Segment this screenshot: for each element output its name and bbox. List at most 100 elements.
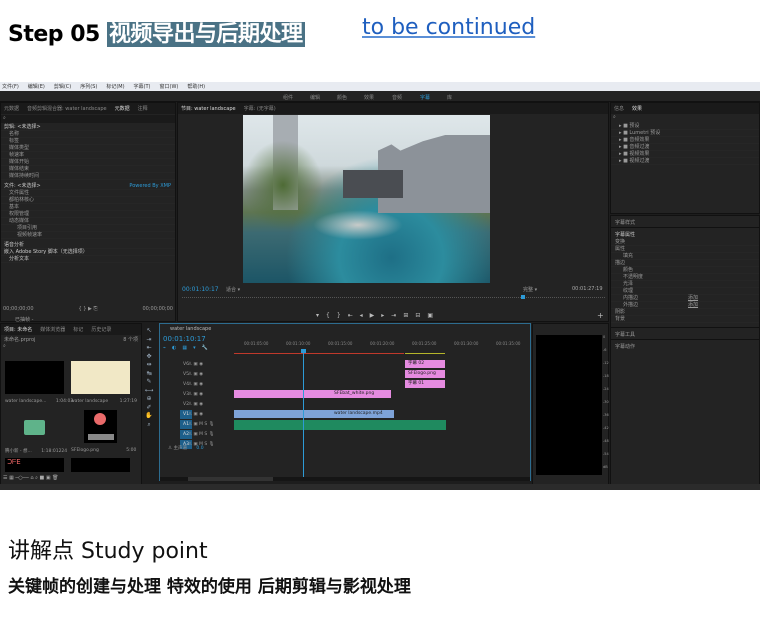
- menu-clip[interactable]: 剪辑(C): [54, 83, 71, 90]
- quality-dropdown[interactable]: 完整 ▾: [523, 286, 537, 293]
- program-transport-controls[interactable]: ▾{}⇤◂▶▸⇥⊞⊟▣: [316, 312, 440, 319]
- caption-tools-header[interactable]: 字幕工具: [611, 327, 759, 339]
- file-section[interactable]: 文件: <未选择> Powered By XMP: [1, 183, 175, 190]
- track-header-v5[interactable]: ♙ V5 ▣ ◉: [160, 370, 235, 379]
- embed-story[interactable]: 嵌入 Adobe Story 脚本（无选择项）: [1, 249, 175, 256]
- ws-color[interactable]: 颜色: [337, 94, 347, 101]
- clip-caption-01[interactable]: 字幕 01: [405, 380, 445, 388]
- effects-search[interactable]: ⌕: [611, 114, 759, 123]
- add-inner-stroke[interactable]: 添加: [688, 295, 698, 301]
- menu-title[interactable]: 字幕(T): [134, 83, 151, 90]
- effect-folder[interactable]: ▸ ■ 视频效果: [611, 151, 759, 158]
- tab-metadata-prev[interactable]: 元数据: [4, 105, 19, 112]
- meta-row[interactable]: 文件属性: [1, 190, 175, 197]
- tab-effects[interactable]: 效果: [632, 105, 642, 112]
- thumb-cream[interactable]: [71, 361, 130, 394]
- caption-style-header[interactable]: 字幕样式: [611, 216, 759, 228]
- ws-edit[interactable]: 编辑: [310, 94, 320, 101]
- project-search[interactable]: ⌕: [1, 343, 141, 351]
- prop-row[interactable]: 外描边 添加: [611, 302, 759, 309]
- tab-info[interactable]: 信息: [614, 105, 624, 112]
- clip-caption-02[interactable]: 字幕 02: [405, 360, 445, 368]
- clip-section[interactable]: 剪辑: <未选择>: [1, 124, 175, 131]
- menu-sequence[interactable]: 序列(S): [80, 83, 97, 90]
- meta-row[interactable]: 项目引用: [1, 225, 175, 232]
- timeline-scrollbar[interactable]: [160, 477, 530, 481]
- prop-row[interactable]: 内描边 添加: [611, 295, 759, 302]
- tab-notes[interactable]: 注释: [138, 105, 148, 112]
- source-transport[interactable]: { } ▶ ⎘: [79, 306, 98, 312]
- project-toolbar[interactable]: ☰ ▦ ─○── ⌂ ⌕ ■ ▣ 🗑: [3, 475, 59, 481]
- clip-v1[interactable]: water landscape.mp4: [234, 410, 394, 418]
- playhead[interactable]: [303, 351, 304, 477]
- meta-row[interactable]: 都柏林核心: [1, 197, 175, 204]
- prop-row[interactable]: 描边: [611, 260, 759, 267]
- tab-program[interactable]: 节目: water landscape: [181, 105, 236, 112]
- tab-audio-mixer[interactable]: 音频剪辑混合器: water landscape: [27, 105, 107, 112]
- effect-folder[interactable]: ▸ ■ 预设: [611, 123, 759, 130]
- caption-props-header[interactable]: 字幕属性: [611, 228, 759, 239]
- time-ruler[interactable]: 00:01:05:00 00:01:10:00 00:01:15:00 00:01:2…: [234, 341, 530, 351]
- thumb-black[interactable]: [5, 361, 64, 394]
- to-be-continued-link[interactable]: to be continued: [362, 15, 535, 40]
- track-header-v4[interactable]: ♙ V4 ▣ ◉: [160, 380, 235, 389]
- program-timecode[interactable]: 00:01:10:17: [182, 286, 219, 293]
- meta-row[interactable]: 权限管理: [1, 211, 175, 218]
- tab-captions[interactable]: 字幕: (无字幕): [244, 105, 276, 112]
- menu-window[interactable]: 窗口(W): [160, 83, 179, 90]
- tools-panel[interactable]: ↖ ⇥ ⇤ ✥ ⇹ ↹ ✎ ⟷ ⊕ ✐ ✋ ⌕: [143, 327, 155, 437]
- ws-library[interactable]: 库: [447, 94, 452, 101]
- clip-a1-audio[interactable]: [234, 420, 446, 430]
- program-scrubber[interactable]: [182, 297, 605, 299]
- prop-row[interactable]: 填充: [611, 253, 759, 260]
- thumb-black-2[interactable]: [71, 458, 130, 472]
- add-button-icon[interactable]: +: [597, 311, 604, 320]
- track-header-a2[interactable]: ♙ A2 ▣ M S 🎙: [160, 430, 235, 439]
- ws-assembly[interactable]: 组件: [283, 94, 293, 101]
- menu-edit[interactable]: 编辑(E): [28, 83, 45, 90]
- effect-folder[interactable]: ▸ ■ 音频过渡: [611, 144, 759, 151]
- track-header-a1[interactable]: ♙ A1 ▣ M S 🎙: [160, 420, 235, 429]
- track-header-v3[interactable]: ♙ V3 ▣ ◉: [160, 390, 235, 399]
- prop-row[interactable]: 光泽: [611, 281, 759, 288]
- tab-sequence[interactable]: water landscape: [160, 324, 530, 334]
- add-outer-stroke[interactable]: 添加: [688, 302, 698, 308]
- menu-help[interactable]: 帮助(H): [187, 83, 205, 90]
- menu-marker[interactable]: 标记(M): [106, 83, 124, 90]
- fit-dropdown[interactable]: 适合 ▾: [226, 286, 240, 293]
- track-header-v6[interactable]: ♙ V6 ▣ ◉: [160, 360, 235, 369]
- tab-history[interactable]: 历史记录: [91, 326, 111, 333]
- timeline-toolbar-icons[interactable]: ⌁◐▦▾🔧: [163, 345, 214, 351]
- analyze-text-button[interactable]: 分析文本: [1, 256, 175, 263]
- prop-row[interactable]: 纹理: [611, 288, 759, 295]
- thumb-logo[interactable]: [84, 410, 117, 443]
- in-out-bar[interactable]: [405, 353, 445, 354]
- clip-v3[interactable]: SFEbat_white.png: [234, 390, 391, 398]
- prop-row[interactable]: 阴影: [611, 309, 759, 316]
- playhead-marker[interactable]: [521, 295, 525, 299]
- tab-markers[interactable]: 标记: [73, 326, 83, 333]
- tab-media-browser[interactable]: 媒体浏览器: [40, 326, 65, 333]
- thumb-sfe[interactable]: ƆᖴE: [5, 458, 64, 472]
- prop-row[interactable]: 变换: [611, 239, 759, 246]
- tab-project[interactable]: 项目: 未命名: [4, 326, 32, 333]
- track-header-v2[interactable]: ♙ V2 ▣ ◉: [160, 400, 235, 409]
- speech-analysis[interactable]: 语音分析: [1, 242, 175, 249]
- ws-titles[interactable]: 字幕: [420, 94, 430, 101]
- tab-metadata[interactable]: 元数据: [115, 105, 130, 112]
- search-icon[interactable]: ⌕: [1, 115, 175, 123]
- track-header-v1[interactable]: ♙ V1 ▣ ◉: [160, 410, 235, 419]
- clip-logo[interactable]: SFElogo.png: [405, 370, 445, 378]
- meta-row[interactable]: 动态媒体: [1, 218, 175, 225]
- meta-row[interactable]: 视频帧速率: [1, 232, 175, 239]
- prop-row[interactable]: 背景: [611, 316, 759, 323]
- playhead-handle[interactable]: [301, 349, 306, 353]
- caption-actions-header[interactable]: 字幕动作: [611, 339, 759, 351]
- ws-effects[interactable]: 效果: [364, 94, 374, 101]
- ws-audio[interactable]: 音频: [392, 94, 402, 101]
- work-area-bar[interactable]: [234, 353, 404, 354]
- timeline-timecode[interactable]: 00:01:10:17: [163, 335, 206, 343]
- meta-row[interactable]: 基本: [1, 204, 175, 211]
- effect-folder[interactable]: ▸ ■ 音频效果: [611, 137, 759, 144]
- effect-folder[interactable]: ▸ ■ 视频过渡: [611, 158, 759, 165]
